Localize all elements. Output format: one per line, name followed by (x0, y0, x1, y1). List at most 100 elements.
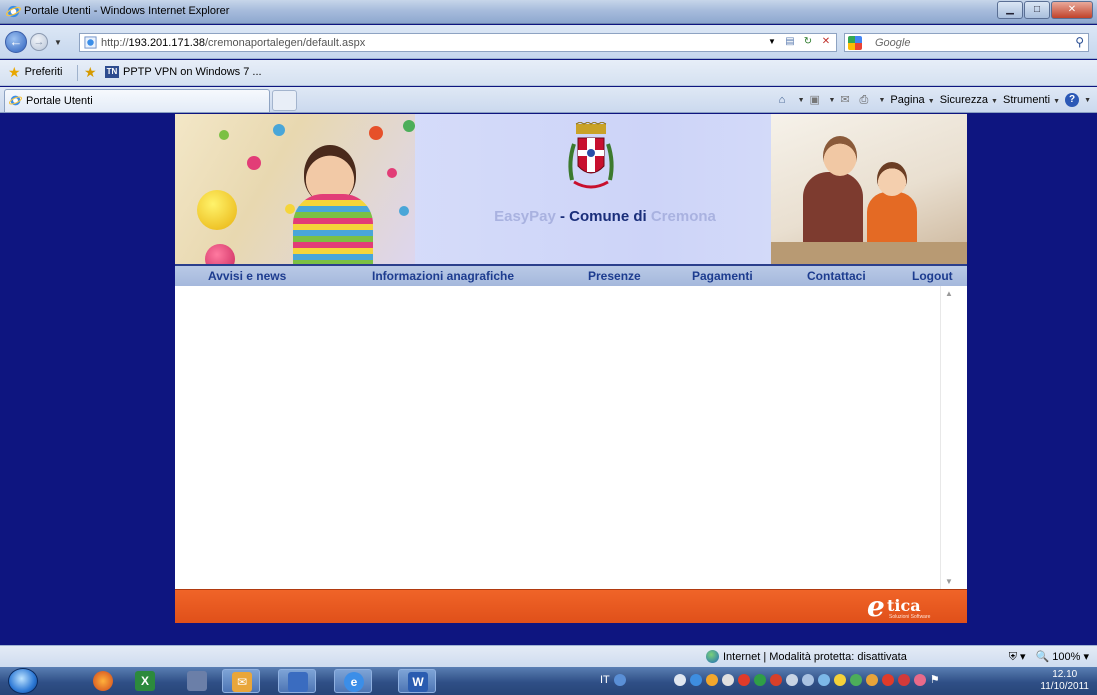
network-icon (288, 672, 308, 692)
menu-pagamenti[interactable]: Pagamenti (692, 269, 753, 283)
word-icon: W (408, 672, 428, 692)
tray-icon-11[interactable] (849, 673, 862, 686)
language-indicator[interactable]: IT (600, 674, 610, 686)
search-icon[interactable]: ⚲ (1075, 35, 1084, 49)
maximize-button[interactable]: □ (1024, 1, 1050, 19)
protected-mode-icon[interactable]: ⛨ ▾ (1009, 650, 1026, 664)
favorites-label: Preferiti (24, 66, 63, 78)
new-tab-button[interactable] (272, 90, 297, 111)
tools-menu[interactable]: Strumenti ▼ (1003, 94, 1060, 106)
portal-menu-bar: Avvisi e news Informazioni anagrafiche P… (175, 264, 967, 286)
mail-app-icon: ✉ (232, 672, 252, 692)
taskbar-firefox[interactable] (84, 669, 122, 693)
window-title-bar[interactable]: Portale Utenti - Windows Internet Explor… (0, 0, 1097, 24)
tab-label: Portale Utenti (26, 95, 93, 107)
tray-icon-8[interactable] (801, 673, 814, 686)
etica-logo-text: tica (887, 596, 921, 615)
help-dropdown-icon[interactable]: ▼ (1084, 97, 1091, 104)
system-tray: IT ⚑ (600, 673, 940, 686)
tray-icon-4[interactable] (737, 673, 750, 686)
page-menu-label: Pagina (890, 94, 925, 106)
feeds-icon[interactable]: ▣ (810, 94, 824, 106)
google-icon (848, 36, 862, 50)
address-dropdown-icon[interactable]: ▼ (765, 35, 779, 49)
search-placeholder: Google (875, 37, 911, 49)
tray-icon-6[interactable] (769, 673, 782, 686)
tray-icon-12[interactable] (865, 673, 878, 686)
menu-presenze[interactable]: Presenze (588, 269, 641, 283)
add-favorite-button[interactable]: ★ (84, 65, 97, 79)
clock-time: 12.10 (1052, 669, 1078, 680)
action-center-flag-icon[interactable]: ⚑ (930, 673, 940, 686)
refresh-icon[interactable]: ↻ (801, 35, 815, 49)
window-title: Portale Utenti - Windows Internet Explor… (24, 5, 230, 17)
tray-icon-7[interactable] (785, 673, 798, 686)
menu-informazioni-anagrafiche[interactable]: Informazioni anagrafiche (372, 269, 514, 283)
back-button[interactable]: ← (5, 31, 27, 53)
separator (77, 65, 78, 81)
taskbar-excel[interactable]: X (126, 669, 164, 693)
favorites-button[interactable]: ★ Preferiti (8, 65, 63, 79)
home-dropdown-icon[interactable]: ▼ (798, 97, 805, 104)
start-button[interactable] (8, 668, 38, 694)
portal-header: EasyPay - Comune di Cremona (175, 114, 967, 264)
zoom-control[interactable]: 🔍 100% ▾ (1036, 650, 1089, 664)
favorites-bar: ★ Preferiti ★ TN PPTP VPN on Windows 7 .… (0, 60, 1097, 86)
print-dropdown-icon[interactable]: ▼ (878, 97, 885, 104)
tray-icon-10[interactable] (833, 673, 846, 686)
tray-icon-13[interactable] (881, 673, 894, 686)
scroll-up-icon[interactable]: ▲ (945, 289, 953, 298)
taskbar-remote-app[interactable] (178, 669, 216, 693)
tray-icon-14[interactable] (897, 673, 910, 686)
vertical-scrollbar[interactable]: ▲ ▼ (940, 286, 957, 589)
address-url[interactable]: http://193.201.171.38/cremonaportalegen/… (101, 37, 365, 49)
etica-logo: e tica Soluzioni Software (867, 590, 959, 623)
taskbar-word[interactable]: W (398, 669, 436, 693)
menu-avvisi-news[interactable]: Avvisi e news (208, 269, 286, 283)
taskbar-outlook[interactable]: ✉ (222, 669, 260, 693)
search-box[interactable]: Google ⚲ (844, 33, 1089, 52)
url-path: /cremonaportalegen/default.aspx (205, 37, 366, 49)
tray-icon-1[interactable] (689, 673, 702, 686)
url-prefix: http:// (101, 37, 129, 49)
tab-portale-utenti[interactable]: Portale Utenti (4, 89, 270, 112)
mail-icon[interactable]: ✉ (840, 94, 854, 106)
volume-icon[interactable] (673, 673, 686, 686)
ie-tab-icon (9, 95, 22, 106)
print-icon[interactable]: ⎙ (859, 94, 873, 106)
favorite-item-pptp-vpn[interactable]: TN PPTP VPN on Windows 7 ... (105, 66, 262, 78)
app-icon (187, 671, 207, 691)
close-button[interactable]: ✕ (1051, 1, 1093, 19)
taskbar-internet-explorer[interactable]: e (334, 669, 372, 693)
url-host: 193.201.171.38 (128, 37, 205, 49)
security-zone[interactable]: Internet | Modalità protetta: disattivat… (706, 650, 907, 663)
security-menu[interactable]: Sicurezza ▼ (940, 94, 998, 106)
tray-icon-15[interactable] (913, 673, 926, 686)
portal-title-city: Cremona (650, 208, 716, 225)
forward-button[interactable]: → (30, 33, 48, 51)
recent-pages-dropdown-icon[interactable]: ▼ (54, 38, 62, 47)
page-menu[interactable]: Pagina ▼ (890, 94, 934, 106)
tray-icon-3[interactable] (721, 673, 734, 686)
help-icon[interactable]: ? (1065, 93, 1080, 107)
feeds-dropdown-icon[interactable]: ▼ (829, 97, 836, 104)
status-bar: Internet | Modalità protetta: disattivat… (0, 645, 1097, 667)
tray-icon-5[interactable] (753, 673, 766, 686)
minimize-button[interactable]: ▁ (997, 1, 1023, 19)
menu-logout[interactable]: Logout (912, 269, 953, 283)
menu-contattaci[interactable]: Contattaci (807, 269, 866, 283)
clock-date: 11/10/2011 (1040, 681, 1089, 692)
help-tray-icon[interactable] (613, 673, 626, 686)
tray-icon-9[interactable] (817, 673, 830, 686)
compatibility-view-icon[interactable]: ▤ (783, 35, 797, 49)
portal-container: EasyPay - Comune di Cremona Avvisi e new… (175, 114, 967, 623)
tray-icon-2[interactable] (705, 673, 718, 686)
address-bar[interactable]: http://193.201.171.38/cremonaportalegen/… (79, 33, 837, 52)
portal-title-product: EasyPay (494, 208, 556, 225)
taskbar-network[interactable] (278, 669, 316, 693)
globe-icon (706, 650, 719, 663)
home-icon[interactable]: ⌂ (779, 94, 793, 106)
stop-icon[interactable]: ✕ (819, 35, 833, 49)
taskbar-clock[interactable]: 12.10 11/10/2011 (1040, 669, 1089, 693)
scroll-down-icon[interactable]: ▼ (945, 577, 953, 586)
